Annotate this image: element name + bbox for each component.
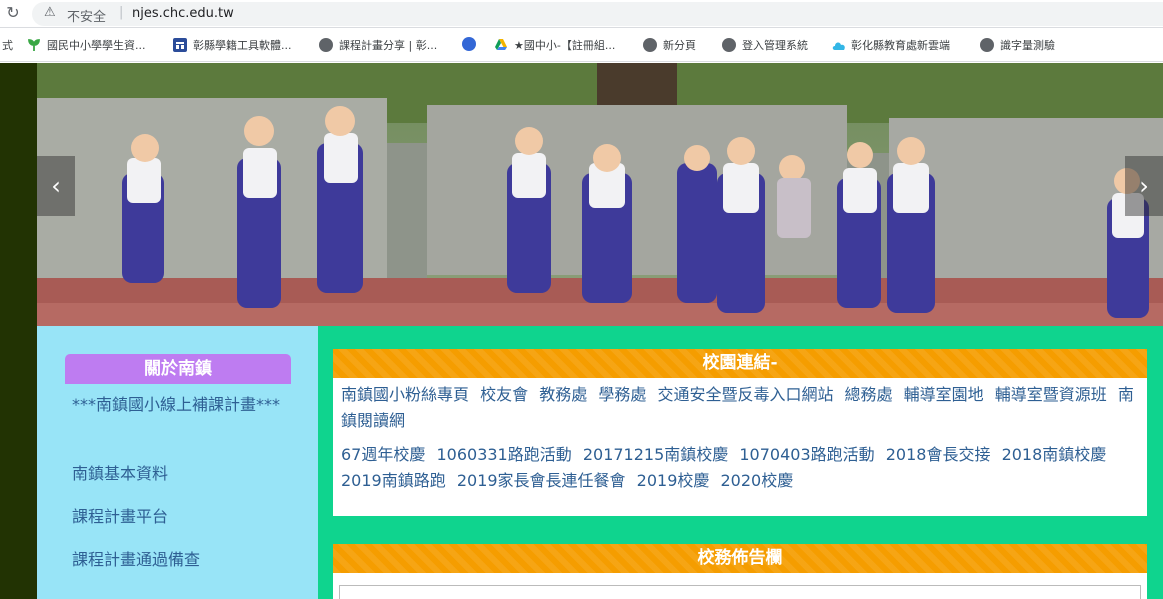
banner-carousel[interactable]	[37, 63, 1163, 326]
campus-link[interactable]: 2018南鎮校慶	[1002, 445, 1107, 464]
sidebar: 關於南鎮 ***南鎮國小線上補課計畫*** 南鎮基本資料 課程計畫平台 課程計畫…	[37, 326, 318, 599]
left-rail	[0, 63, 37, 599]
insecure-label[interactable]: 不安全	[67, 6, 106, 25]
bookmark-item[interactable]: 式	[2, 37, 13, 53]
page: ‹ › 關於南鎮 ***南鎮國小線上補課計畫*** 南鎮基本資料 課程計畫平台 …	[0, 63, 1163, 599]
globe-icon	[319, 38, 333, 52]
campus-link[interactable]: 輔導室暨資源班	[995, 385, 1107, 404]
cloud-icon	[831, 38, 845, 52]
carousel-next-button[interactable]: ›	[1125, 156, 1163, 216]
notice-board-content	[339, 585, 1141, 599]
campus-link[interactable]: 2018會長交接	[886, 445, 991, 464]
bookmark-item[interactable]: ★國中小-【註冊組...	[494, 37, 615, 53]
campus-link[interactable]: 教務處	[539, 385, 587, 404]
globe-icon	[722, 38, 736, 52]
bookmark-item[interactable]: 彰化縣教育處新雲端	[831, 37, 950, 53]
chevron-left-icon: ‹	[51, 172, 61, 200]
bookmark-item[interactable]: 國民中小學學生資...	[27, 37, 146, 53]
notice-board-box: 校務佈告欄	[333, 544, 1147, 599]
bookmark-item[interactable]: 新分頁	[643, 37, 696, 53]
carousel-prev-button[interactable]: ‹	[37, 156, 75, 216]
sidebar-item-curriculum-approval[interactable]: 課程計畫通過備查	[72, 547, 287, 573]
bookmark-item[interactable]	[462, 37, 482, 51]
bookmark-label: 課程計畫分享 | 彰...	[339, 39, 438, 52]
app-icon	[173, 38, 187, 52]
bookmarks-bar: 式 國民中小學學生資... 彰縣學籍工具軟體... 課程計畫分享 | 彰... …	[0, 29, 1163, 62]
sidebar-item-basic-info[interactable]: 南鎮基本資料	[72, 461, 287, 487]
bookmark-item[interactable]: 彰縣學籍工具軟體...	[173, 37, 292, 53]
campus-link[interactable]: 1060331路跑活動	[436, 445, 571, 464]
bookmark-label: ★國中小-【註冊組...	[514, 39, 616, 52]
sidebar-menu: ***南鎮國小線上補課計畫*** 南鎮基本資料 課程計畫平台 課程計畫通過備查	[65, 384, 291, 599]
globe-icon	[980, 38, 994, 52]
sidebar-item-online-makeup[interactable]: ***南鎮國小線上補課計畫***	[72, 392, 287, 418]
campus-link[interactable]: 20171215南鎮校慶	[583, 445, 728, 464]
campus-links-box: 校園連結- 南鎮國小粉絲專頁 校友會 教務處 學務處 交通安全暨反毒入口網站 總…	[333, 349, 1147, 516]
sprout-icon	[27, 38, 41, 52]
bookmark-item[interactable]: 課程計畫分享 | 彰...	[319, 37, 437, 53]
campus-link[interactable]: 學務處	[598, 385, 646, 404]
banner-photo	[37, 63, 1163, 326]
omnibox[interactable]: ⚠ 不安全 | njes.chc.edu.tw	[32, 2, 1163, 26]
campus-link[interactable]: 1070403路跑活動	[739, 445, 874, 464]
bookmark-label: 識字量測驗	[1000, 39, 1055, 52]
bookmark-item[interactable]: 識字量測驗	[980, 37, 1055, 53]
url-separator: |	[119, 5, 124, 20]
address-bar: ↻ ⚠ 不安全 | njes.chc.edu.tw	[0, 0, 1163, 28]
campus-links-title: 校園連結-	[333, 349, 1147, 378]
campus-link[interactable]: 67週年校慶	[341, 445, 425, 464]
sidebar-item-curriculum-platform[interactable]: 課程計畫平台	[72, 504, 287, 530]
bookmark-label: 式	[2, 39, 13, 52]
links-group-units: 南鎮國小粉絲專頁 校友會 教務處 學務處 交通安全暨反毒入口網站 總務處 輔導室…	[341, 382, 1139, 434]
sidebar-title: 關於南鎮	[65, 354, 291, 384]
globe-icon	[643, 38, 657, 52]
bookmark-label: 彰縣學籍工具軟體...	[193, 39, 292, 52]
campus-link[interactable]: 總務處	[845, 385, 893, 404]
main-content: 校園連結- 南鎮國小粉絲專頁 校友會 教務處 學務處 交通安全暨反毒入口網站 總…	[318, 326, 1163, 599]
reload-icon[interactable]: ↻	[4, 4, 22, 22]
bookmark-item[interactable]: 登入管理系統	[722, 37, 808, 53]
notice-board-title: 校務佈告欄	[333, 544, 1147, 573]
campus-links-body: 南鎮國小粉絲專頁 校友會 教務處 學務處 交通安全暨反毒入口網站 總務處 輔導室…	[333, 378, 1147, 494]
campus-link[interactable]: 交通安全暨反毒入口網站	[657, 385, 833, 404]
bookmark-label: 國民中小學學生資...	[47, 39, 146, 52]
links-group-events: 67週年校慶 1060331路跑活動 20171215南鎮校慶 1070403路…	[341, 442, 1139, 494]
campus-link[interactable]: 2019南鎮路跑	[341, 471, 446, 490]
bookmark-label: 新分頁	[663, 39, 696, 52]
campus-link[interactable]: 2020校慶	[720, 471, 793, 490]
campus-link[interactable]: 南鎮國小粉絲專頁	[341, 385, 469, 404]
campus-link[interactable]: 2019家長會長連任餐會	[457, 471, 626, 490]
bookmark-label: 彰化縣教育處新雲端	[851, 39, 950, 52]
chevron-right-icon: ›	[1139, 172, 1149, 200]
bookmark-label: 登入管理系統	[742, 39, 808, 52]
url-text[interactable]: njes.chc.edu.tw	[132, 6, 234, 21]
campus-link[interactable]: 校友會	[480, 385, 528, 404]
link-icon	[462, 37, 476, 51]
campus-link[interactable]: 2019校慶	[637, 471, 710, 490]
drive-icon	[494, 38, 508, 52]
warning-icon[interactable]: ⚠	[44, 5, 56, 20]
campus-link[interactable]: 輔導室園地	[904, 385, 984, 404]
